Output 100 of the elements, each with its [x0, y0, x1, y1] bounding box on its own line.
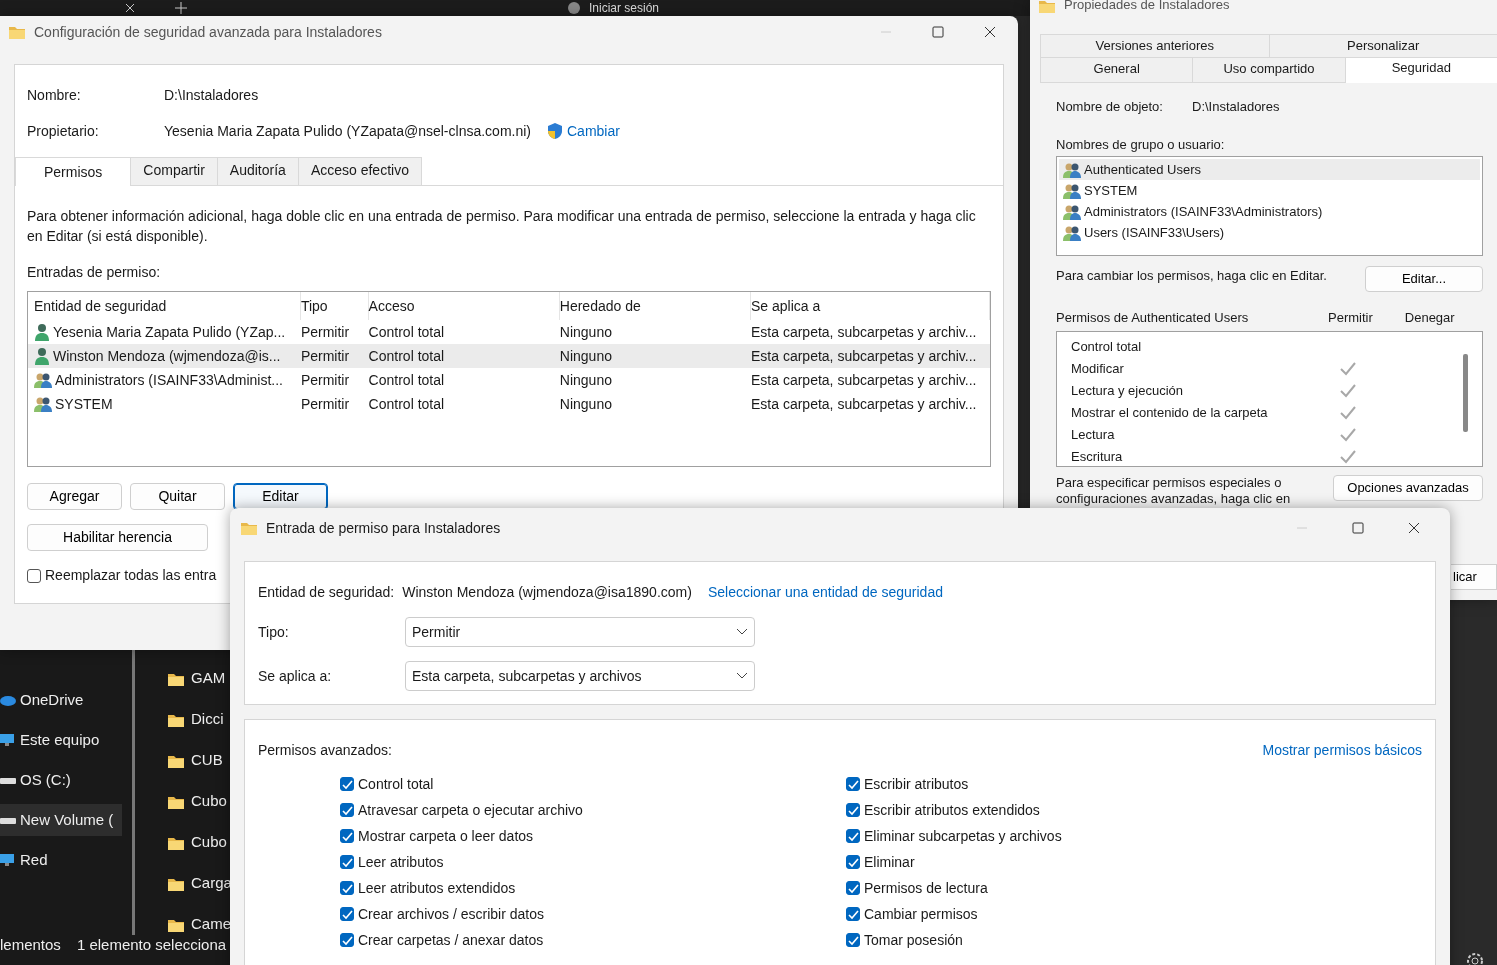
table-row[interactable]: Administrators (ISAINF33\Administ... Permitir Control total Ninguno Esta carpeta, subcarpetas y archiv... [28, 368, 990, 392]
file-name[interactable]: Carga [191, 872, 232, 895]
dropdown[interactable]: Esta carpeta, subcarpetas y archivos [405, 661, 755, 691]
tab[interactable]: Personalizar [1268, 34, 1497, 57]
checkbox-label: Permisos de lectura [864, 878, 988, 898]
table-cell-text: Control total [368, 322, 446, 342]
user-group-icon [1063, 203, 1081, 220]
maximize-icon[interactable] [1352, 522, 1364, 534]
user-group-icon [1063, 182, 1081, 199]
column-header[interactable]: Entidad de seguridad [34, 292, 301, 320]
list-item[interactable]: Users (ISAINF33\Users) [1059, 222, 1480, 243]
column-header: Denegar [1404, 308, 1455, 327]
dropdown[interactable]: Permitir [405, 617, 755, 647]
sign-in-link[interactable]: Iniciar sesión [589, 0, 660, 16]
tab[interactable]: General [1040, 56, 1194, 82]
table-cell-text: Ninguno [559, 322, 613, 342]
change-owner-link[interactable]: Cambiar [567, 120, 620, 142]
field-label: Se aplica a: [258, 666, 333, 686]
plus-icon[interactable] [175, 2, 187, 14]
table-cell-text: Permitir [300, 322, 351, 342]
file-name[interactable]: Came [191, 913, 231, 936]
tab[interactable]: Versiones anteriores [1040, 34, 1270, 57]
checkbox[interactable] [340, 933, 354, 947]
checkbox-label: Crear carpetas / anexar datos [358, 930, 544, 950]
checkbox[interactable] [846, 933, 860, 947]
button[interactable]: Quitar [130, 483, 225, 510]
checkbox[interactable] [340, 855, 354, 869]
user-group-icon [1063, 224, 1081, 241]
user-group-icon [34, 396, 52, 412]
section-label: Entradas de permiso: [27, 263, 162, 282]
table-cell-text: Permitir [300, 346, 351, 366]
column-header[interactable]: Acceso [368, 292, 560, 320]
edit-button[interactable]: Editar... [1365, 266, 1483, 292]
file-name[interactable]: CUB [191, 749, 223, 772]
nav-item[interactable]: Red [0, 844, 122, 876]
show-basic-link[interactable]: Mostrar permisos básicos [1262, 740, 1422, 761]
checkbox[interactable] [846, 855, 860, 869]
list-item[interactable]: Administrators (ISAINF33\Administrators) [1059, 201, 1480, 222]
nav-item[interactable]: Este equipo [0, 724, 122, 756]
checkbox-label: Mostrar carpeta o leer datos [358, 826, 534, 846]
column-header[interactable]: Tipo [300, 292, 369, 320]
nav-item[interactable]: OS (C:) [0, 764, 122, 796]
permission-label: Mostrar el contenido de la carpeta [1071, 404, 1269, 423]
field-label: Propietario: [27, 121, 100, 141]
nav-item[interactable]: New Volume ( [0, 804, 122, 836]
checkbox[interactable] [27, 568, 41, 583]
table-cell-text: Esta carpeta, subcarpetas y archiv... [751, 322, 978, 342]
file-name[interactable]: Cubo [191, 790, 227, 813]
info-text: Para obtener información adicional, haga doble clic en una entrada de permiso. Para modificar una entrada de permiso, seleccione la entrada y haga clic en Editar (si está disponible). [27, 207, 977, 246]
file-name[interactable]: GAM [191, 667, 226, 690]
checkbox[interactable] [340, 907, 354, 921]
close-icon[interactable] [984, 26, 996, 38]
inherit-button[interactable]: Habilitar herencia [27, 524, 208, 551]
tab[interactable]: Auditoría [216, 157, 299, 185]
table-cell-text: Administrators (ISAINF33\Administ... [55, 370, 283, 390]
select-principal-link[interactable]: Seleccionar una entidad de seguridad [707, 582, 943, 603]
list-item[interactable]: Authenticated Users [1059, 159, 1480, 180]
table-cell-text: Ninguno [559, 370, 613, 390]
window-title: Propiedades de Instaladores [1064, 0, 1230, 14]
table-row[interactable]: SYSTEM Permitir Control total Ninguno Esta carpeta, subcarpetas y archiv... [28, 392, 990, 416]
scrollbar-thumb[interactable] [1463, 354, 1468, 432]
tab[interactable]: Permisos [15, 157, 132, 186]
folder-icon [8, 24, 26, 40]
checkbox[interactable] [340, 829, 354, 843]
table-cell-text: Permitir [300, 370, 351, 390]
column-header[interactable]: Se aplica a [751, 292, 990, 320]
checkbox[interactable] [846, 907, 860, 921]
section-label: Nombres de grupo o usuario: [1056, 135, 1226, 154]
checkbox[interactable] [846, 803, 860, 817]
button[interactable]: Agregar [27, 483, 122, 510]
tab[interactable]: Compartir [130, 157, 218, 185]
checkbox[interactable] [846, 777, 860, 791]
maximize-icon[interactable] [932, 26, 944, 38]
close-icon[interactable] [1408, 522, 1420, 534]
button[interactable]: Editar [233, 483, 328, 510]
table-cell-text: Permitir [300, 394, 351, 414]
checkbox[interactable] [846, 829, 860, 843]
column-header[interactable]: Heredado de [559, 292, 751, 320]
nav-item[interactable]: OneDrive [0, 684, 122, 716]
status-text: lementos [0, 934, 61, 955]
checkbox[interactable] [846, 881, 860, 895]
table-row[interactable]: Winston Mendoza (wjmendoza@is... Permitir Control total Ninguno Esta carpeta, subcarpetas y archiv... [28, 344, 990, 368]
table-cell-text: Esta carpeta, subcarpetas y archiv... [751, 346, 978, 366]
file-name[interactable]: Cubo [191, 831, 227, 854]
status-text: 1 elemento selecciona [76, 934, 227, 955]
tab[interactable]: Seguridad [1344, 56, 1497, 83]
checkbox-label: Cambiar permisos [864, 904, 978, 924]
user-group-icon [1063, 161, 1081, 178]
advanced-options-button[interactable]: Opciones avanzadas [1333, 475, 1483, 501]
checkbox[interactable] [340, 803, 354, 817]
checkbox[interactable] [340, 777, 354, 791]
table-row[interactable]: Yesenia Maria Zapata Pulido (YZap... Permitir Control total Ninguno Esta carpeta, subcarpetas y archiv... [28, 320, 990, 344]
apply-button[interactable]: licar [1451, 564, 1497, 590]
permission-label: Escritura [1071, 448, 1124, 466]
table-cell-text: Esta carpeta, subcarpetas y archiv... [751, 370, 978, 390]
file-name[interactable]: Dicci [191, 708, 224, 731]
tab[interactable]: Acceso efectivo [297, 157, 422, 185]
list-item[interactable]: SYSTEM [1059, 180, 1480, 201]
folder-icon [1038, 0, 1056, 14]
checkbox[interactable] [340, 881, 354, 895]
